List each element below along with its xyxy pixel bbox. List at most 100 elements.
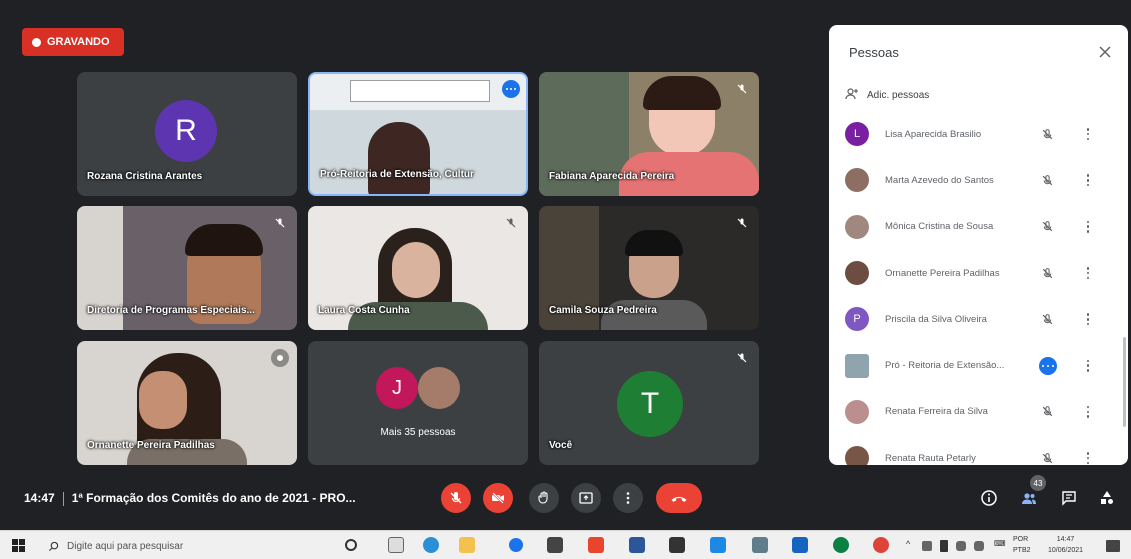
taskbar: Digite aqui para pesquisar ^ ⌨ POR PTB2 … [0,530,1131,559]
list-item[interactable]: Ornanette Pereira Padilhas [829,250,1119,296]
mic-off-icon [733,214,751,232]
add-people-button[interactable]: Adic. pessoas [845,87,929,104]
more-vert-icon[interactable] [1083,404,1093,420]
language-indicator[interactable]: POR PTB2 [1013,534,1031,556]
store-icon[interactable] [547,537,563,553]
avatar: L [845,122,869,147]
camera-toggle-button[interactable] [483,483,513,513]
meeting-title: 1ª Formação dos Comitês do ano de 2021 -… [71,491,356,505]
person-video [139,371,187,429]
participant-tile[interactable]: Laura Costa Cunha [308,206,528,330]
office-icon[interactable] [588,537,604,553]
list-item[interactable]: Mônica Cristina de Sousa [829,204,1119,250]
list-item[interactable]: P Priscila da Silva Oliveira [829,296,1119,342]
battery-icon[interactable] [940,540,948,552]
activities-button[interactable] [1094,485,1120,511]
meet-icon[interactable] [833,537,849,553]
app-blue-icon[interactable] [710,537,726,553]
people-list: L Lisa Aparecida Brasilio Marta Azevedo … [829,111,1119,465]
camera-off-icon [492,492,504,504]
present-button[interactable] [571,483,601,513]
leave-call-button[interactable] [656,483,702,513]
participant-tile[interactable]: Diretoria de Programas Especiais... [77,206,297,330]
word-icon[interactable] [629,537,645,553]
more-options-button[interactable] [613,483,643,513]
scrollbar[interactable] [1123,337,1126,427]
mic-status-icon [271,349,289,367]
task-view-icon[interactable] [388,537,404,553]
search-icon [48,541,59,551]
app-gray-icon[interactable] [752,537,768,553]
list-item[interactable]: L Lisa Aparecida Brasilio [829,111,1119,157]
avatar-photo [845,353,869,378]
meeting-details-button[interactable] [976,485,1002,511]
person-name: Lisa Aparecida Brasilio [885,128,982,140]
edge-icon[interactable] [423,537,439,553]
participant-tile[interactable]: J Mais 35 pessoas [308,341,528,465]
control-bar: 14:47 1ª Formação dos Comitês do ano de 2… [0,475,1131,525]
more-vert-icon[interactable] [1083,358,1093,374]
windows-start-icon[interactable] [12,539,25,552]
taskbar-search[interactable]: Digite aqui para pesquisar [48,535,328,557]
more-people-label: Mais 35 pessoas [380,427,456,438]
participant-tile[interactable]: Ornanette Pereira Padilhas [77,341,297,465]
panel-title: Pessoas [849,45,899,60]
participant-name: Fabiana Aparecida Pereira [549,171,675,182]
more-vert-icon[interactable] [1083,126,1093,142]
close-icon[interactable] [1096,43,1114,61]
app-dark-icon[interactable] [669,537,685,553]
participant-tile[interactable]: T Você [539,341,759,465]
clock-date: 10/06/2021 [1048,547,1084,554]
list-item[interactable]: Pró - Reitoria de Extensão... [829,342,1119,388]
mic-toggle-button[interactable] [441,483,471,513]
person-name: Renata Rauta Petarly [885,452,976,464]
raise-hand-button[interactable] [529,483,559,513]
chrome-icon[interactable] [873,537,889,553]
participant-tile[interactable]: R Rozana Cristina Arantes [77,72,297,196]
participant-name: Laura Costa Cunha [318,305,410,316]
mic-off-icon [1039,172,1055,188]
file-explorer-icon[interactable] [459,537,475,553]
avatar: T [617,371,683,437]
notifications-icon[interactable] [1106,540,1120,552]
list-item[interactable]: Renata Rauta Petarly [829,435,1119,465]
person-name: Marta Azevedo do Santos [885,174,994,186]
recording-badge: GRAVANDO [22,28,124,56]
tray-chevron-icon[interactable]: ^ [906,539,910,549]
list-item[interactable]: Marta Azevedo do Santos [829,157,1119,203]
app-icon[interactable] [509,538,523,552]
present-icon [579,492,593,504]
network-icon[interactable] [922,541,932,551]
participant-tile[interactable]: Pró-Reitoria de Extensão, Cultur [308,72,528,196]
volume-icon[interactable] [974,541,984,551]
avatar-letter: L [853,128,861,141]
cortana-icon[interactable] [345,539,357,551]
add-person-icon [845,87,859,104]
person-name: Ornanette Pereira Padilhas [885,267,1000,279]
more-vert-icon[interactable] [1083,311,1093,327]
avatar: J [376,367,418,409]
mic-off-icon [271,214,289,232]
mail-icon[interactable] [792,537,808,553]
more-vert-icon[interactable] [1083,172,1093,188]
participant-tile[interactable]: Camila Souza Pedreira [539,206,759,330]
language-code: POR [1013,536,1029,543]
mic-off-icon [450,492,462,504]
participant-name: Ornanette Pereira Padilhas [87,440,215,451]
avatar-letter: T [640,387,660,420]
keyboard-icon[interactable]: ⌨ [994,539,1006,548]
participant-tile[interactable]: Fabiana Aparecida Pereira [539,72,759,196]
list-item[interactable]: Renata Ferreira da Silva [829,389,1119,435]
person-name: Renata Ferreira da Silva [885,406,988,418]
meet-window: GRAVANDO R Rozana Cristina Arantes Pró-R… [0,0,1131,530]
more-horiz-icon[interactable] [502,80,520,98]
taskbar-clock[interactable]: 14:47 10/06/2021 [1048,534,1083,556]
more-vert-icon[interactable] [1083,265,1093,281]
person-hair [625,230,683,256]
wifi-icon[interactable] [956,541,966,551]
recording-dot-icon [32,37,41,47]
more-vert-icon[interactable] [1083,219,1093,235]
more-vert-icon[interactable] [1083,450,1093,465]
chat-button[interactable] [1056,485,1082,511]
avatar: P [845,307,869,332]
